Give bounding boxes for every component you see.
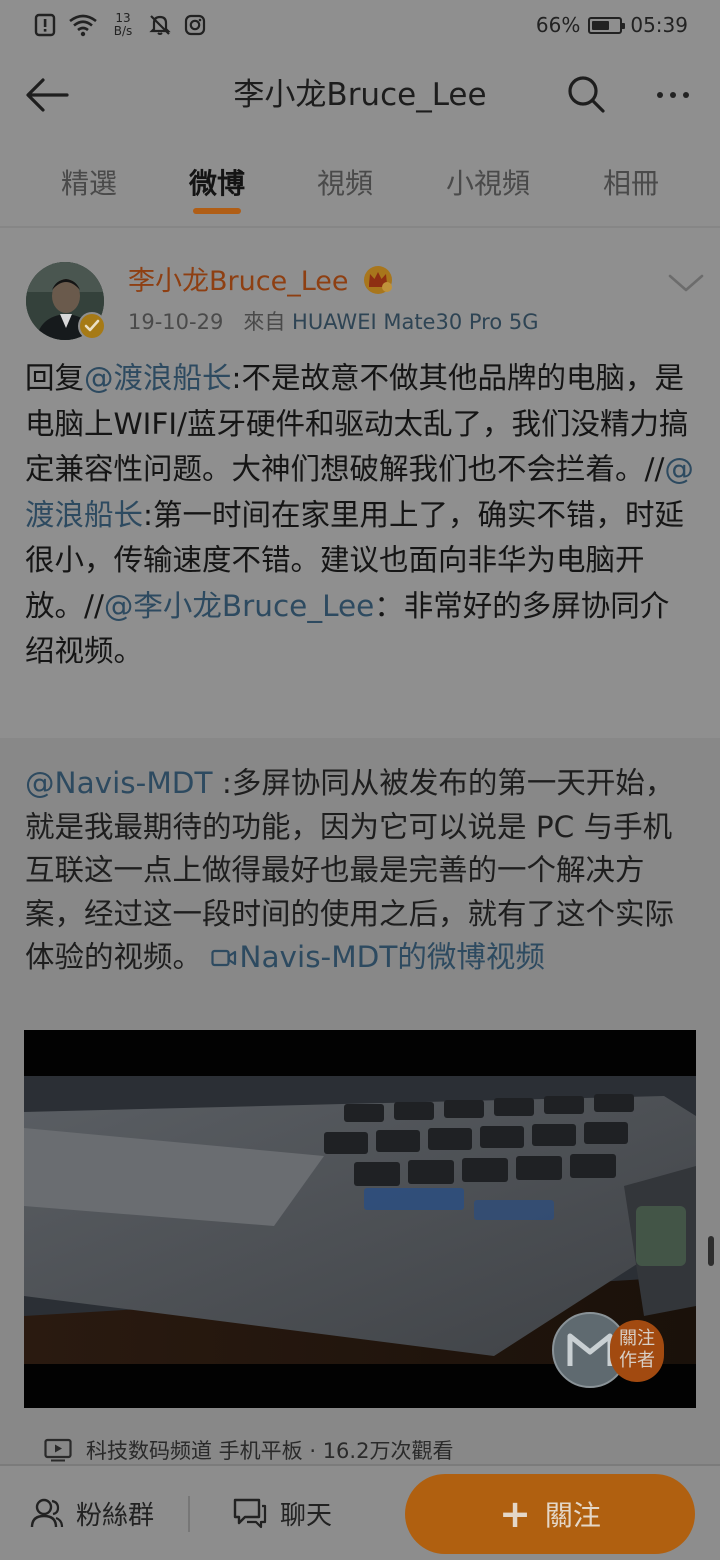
video-meta-text: 科技数码频道 手机平板 · 16.2万次觀看: [86, 1439, 454, 1463]
video-meta: 科技数码频道 手机平板 · 16.2万次觀看: [44, 1432, 453, 1468]
net-speed: 13 B/s: [110, 12, 136, 38]
more-icon: [657, 92, 663, 98]
plus-icon: +: [499, 1492, 531, 1536]
weibo-post: 李小龙Bruce_Lee 19-10-29 來自 HUAWEI Mate30 P…: [0, 232, 720, 1464]
follow-line-2: 作者: [619, 1350, 655, 1371]
follow-author-button[interactable]: 關注 作者: [552, 1310, 664, 1392]
instagram-icon: [184, 14, 206, 36]
post-text: 回复@渡浪船长:不是故意不做其他品牌的电脑，是电脑上WIFI/蓝牙硬件和驱动太乱…: [25, 356, 695, 675]
more-icon: [670, 92, 676, 98]
page-title: 李小龙Bruce_Lee: [233, 77, 487, 113]
device-name: HUAWEI Mate30 Pro 5G: [292, 310, 539, 334]
quoted-text: @Navis-MDT :多屏协同从被发布的第一天开始，就是我最期待的功能，因为它…: [25, 762, 697, 980]
chevron-down-icon: [668, 274, 704, 292]
divider: [188, 1496, 190, 1532]
header: 李小龙Bruce_Lee: [0, 50, 720, 140]
chat-icon: [233, 1498, 267, 1529]
tab-weibo[interactable]: 微博: [162, 162, 272, 206]
tab-short-videos[interactable]: 小視頻: [433, 162, 543, 206]
quoted-author-mention[interactable]: @Navis-MDT: [25, 766, 213, 800]
mention-link[interactable]: @李小龙Bruce_Lee: [104, 589, 374, 623]
alert-icon: [34, 13, 56, 37]
chat-button[interactable]: 聊天: [232, 1488, 332, 1538]
people-icon: [30, 1498, 64, 1528]
video-link-label: Navis-MDT的微博视频: [239, 940, 545, 974]
follow-button[interactable]: + 關注: [405, 1474, 695, 1554]
follow-label: 關注: [544, 1499, 601, 1532]
video-link[interactable]: Navis-MDT的微博视频: [211, 940, 545, 974]
verified-icon: [78, 312, 106, 340]
status-right: 66% 05:39: [536, 10, 688, 40]
tab-albums[interactable]: 相冊: [576, 162, 686, 206]
video-player[interactable]: 關注 作者: [24, 1030, 696, 1408]
mute-icon: [148, 13, 172, 37]
follow-author-label: 關注 作者: [610, 1320, 664, 1382]
scrollbar[interactable]: [708, 1236, 714, 1266]
status-bar: 13 B/s 66% 05:39: [0, 0, 720, 50]
post-text-part: 回复: [25, 361, 85, 395]
fans-group-button[interactable]: 粉絲群: [30, 1488, 154, 1538]
video-camera-icon: [211, 949, 237, 967]
tab-featured[interactable]: 精選: [34, 162, 144, 206]
bottom-bar: 粉絲群 聊天 + 關注: [0, 1464, 720, 1560]
search-button[interactable]: [562, 70, 610, 118]
fans-group-label: 粉絲群: [76, 1500, 155, 1531]
crown-icon[interactable]: [362, 264, 394, 294]
post-date: 19-10-29: [128, 310, 224, 334]
more-button[interactable]: [646, 72, 700, 118]
tab-active-indicator: [193, 208, 241, 214]
mention-link[interactable]: @渡浪船长: [84, 361, 232, 395]
post-menu-button[interactable]: [666, 268, 706, 298]
back-button[interactable]: [22, 70, 72, 120]
back-arrow-icon: [26, 78, 69, 112]
search-icon: [568, 76, 605, 113]
quoted-post[interactable]: @Navis-MDT :多屏协同从被发布的第一天开始，就是我最期待的功能，因为它…: [0, 738, 720, 1464]
play-icon: [44, 1438, 72, 1462]
battery-percent: 66%: [535, 13, 581, 37]
status-left: 13 B/s: [34, 10, 206, 40]
post-meta: 19-10-29 來自 HUAWEI Mate30 Pro 5G: [128, 306, 539, 338]
tab-videos[interactable]: 視頻: [290, 162, 400, 206]
profile-tabs: 精選 微博 視頻 小視頻 相冊: [0, 140, 720, 228]
battery-fill: [592, 20, 610, 30]
wifi-icon: [68, 13, 98, 37]
source-prefix: 來自: [243, 310, 286, 334]
chat-label: 聊天: [280, 1500, 333, 1531]
follow-line-1: 關注: [619, 1328, 655, 1349]
net-speed-unit: B/s: [113, 24, 133, 38]
more-icon: [683, 92, 689, 98]
battery-icon: [588, 16, 626, 34]
clock: 05:39: [630, 13, 688, 37]
author-name[interactable]: 李小龙Bruce_Lee: [128, 262, 348, 302]
